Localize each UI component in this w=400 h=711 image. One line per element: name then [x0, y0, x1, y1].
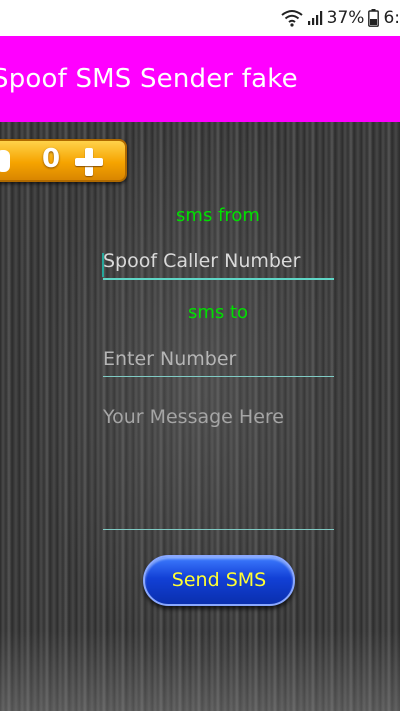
- plus-icon[interactable]: [74, 147, 104, 177]
- text-cursor: [102, 253, 104, 277]
- signal-icon: [307, 11, 322, 25]
- recipient-number-input[interactable]: Enter Number: [103, 348, 334, 377]
- coin-icon: [0, 150, 10, 172]
- battery-icon: [368, 9, 380, 27]
- caller-number-value: Spoof Caller Number: [103, 250, 301, 272]
- coin-bar[interactable]: 0: [0, 139, 127, 182]
- status-icons: 37% 6:: [281, 8, 400, 28]
- message-input[interactable]: Your Message Here: [103, 406, 334, 530]
- sms-from-label: sms from: [176, 205, 260, 226]
- wifi-icon: [281, 10, 303, 27]
- recipient-number-placeholder: Enter Number: [103, 348, 237, 370]
- caller-number-input[interactable]: Spoof Caller Number: [102, 250, 334, 280]
- send-sms-button[interactable]: Send SMS: [143, 555, 295, 606]
- main-content: 0 sms from Spoof Caller Number sms to En…: [0, 122, 400, 711]
- sms-to-label: sms to: [187, 302, 249, 323]
- battery-percent: 37%: [326, 8, 365, 28]
- message-placeholder: Your Message Here: [103, 406, 284, 428]
- clock: 6:: [383, 8, 400, 28]
- status-bar: 37% 6:: [0, 0, 400, 36]
- app-title: Spoof SMS Sender fake: [0, 64, 298, 94]
- app-bar: Spoof SMS Sender fake: [0, 36, 400, 122]
- coin-count: 0: [42, 144, 61, 174]
